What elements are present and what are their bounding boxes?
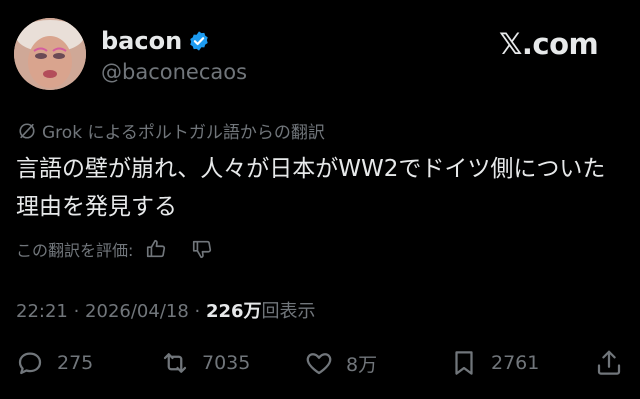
share-button[interactable]: [594, 345, 624, 381]
share-icon: [597, 350, 621, 375]
verified-badge-icon: [190, 31, 208, 51]
display-name[interactable]: bacon: [101, 27, 182, 55]
reply-icon: [18, 352, 42, 375]
like-icon: [306, 353, 332, 375]
repost-count: 7035: [202, 352, 251, 374]
rate-translation: この翻訳を評価:: [16, 237, 213, 261]
avatar[interactable]: [14, 18, 86, 90]
bookmark-count: 2761: [491, 352, 540, 374]
tweet-date[interactable]: 2026/04/18: [85, 301, 189, 322]
translation-note: Grok によるポルトガル語からの翻訳: [18, 118, 325, 143]
repost-icon: [163, 353, 187, 373]
translate-icon: [19, 122, 35, 139]
meta-separator: ·: [188, 301, 206, 322]
thumbs-down-icon[interactable]: [191, 238, 213, 260]
action-bar: 275 7035 8万 2761: [0, 345, 640, 381]
brand-logo: 𝕏.com: [499, 27, 599, 61]
like-count: 8万: [346, 353, 378, 376]
views-count: 226万: [205, 301, 262, 322]
views-label: 回表示: [261, 301, 316, 322]
like-button[interactable]: 8万: [304, 345, 377, 381]
avatar-image: [14, 18, 86, 90]
author-name-row[interactable]: bacon: [101, 27, 210, 55]
reply-count: 275: [57, 352, 94, 374]
tweet-text: 言語の壁が崩れ、人々が日本がWW2でドイツ側についた理由を発見する: [16, 156, 606, 220]
repost-button[interactable]: 7035: [160, 345, 250, 381]
rate-translation-label: この翻訳を評価:: [16, 241, 134, 260]
tweet-meta: 22:21 · 2026/04/18 · 226万回表示: [16, 297, 316, 323]
bookmark-icon: [455, 351, 473, 375]
user-handle[interactable]: @baconecaos: [101, 60, 247, 84]
tweet-time[interactable]: 22:21: [16, 301, 68, 322]
translation-note-text: Grok によるポルトガル語からの翻訳: [42, 123, 325, 143]
bookmark-button[interactable]: 2761: [449, 345, 539, 381]
reply-button[interactable]: 275: [15, 345, 93, 381]
meta-separator: ·: [67, 301, 86, 322]
thumbs-up-icon[interactable]: [145, 238, 167, 260]
